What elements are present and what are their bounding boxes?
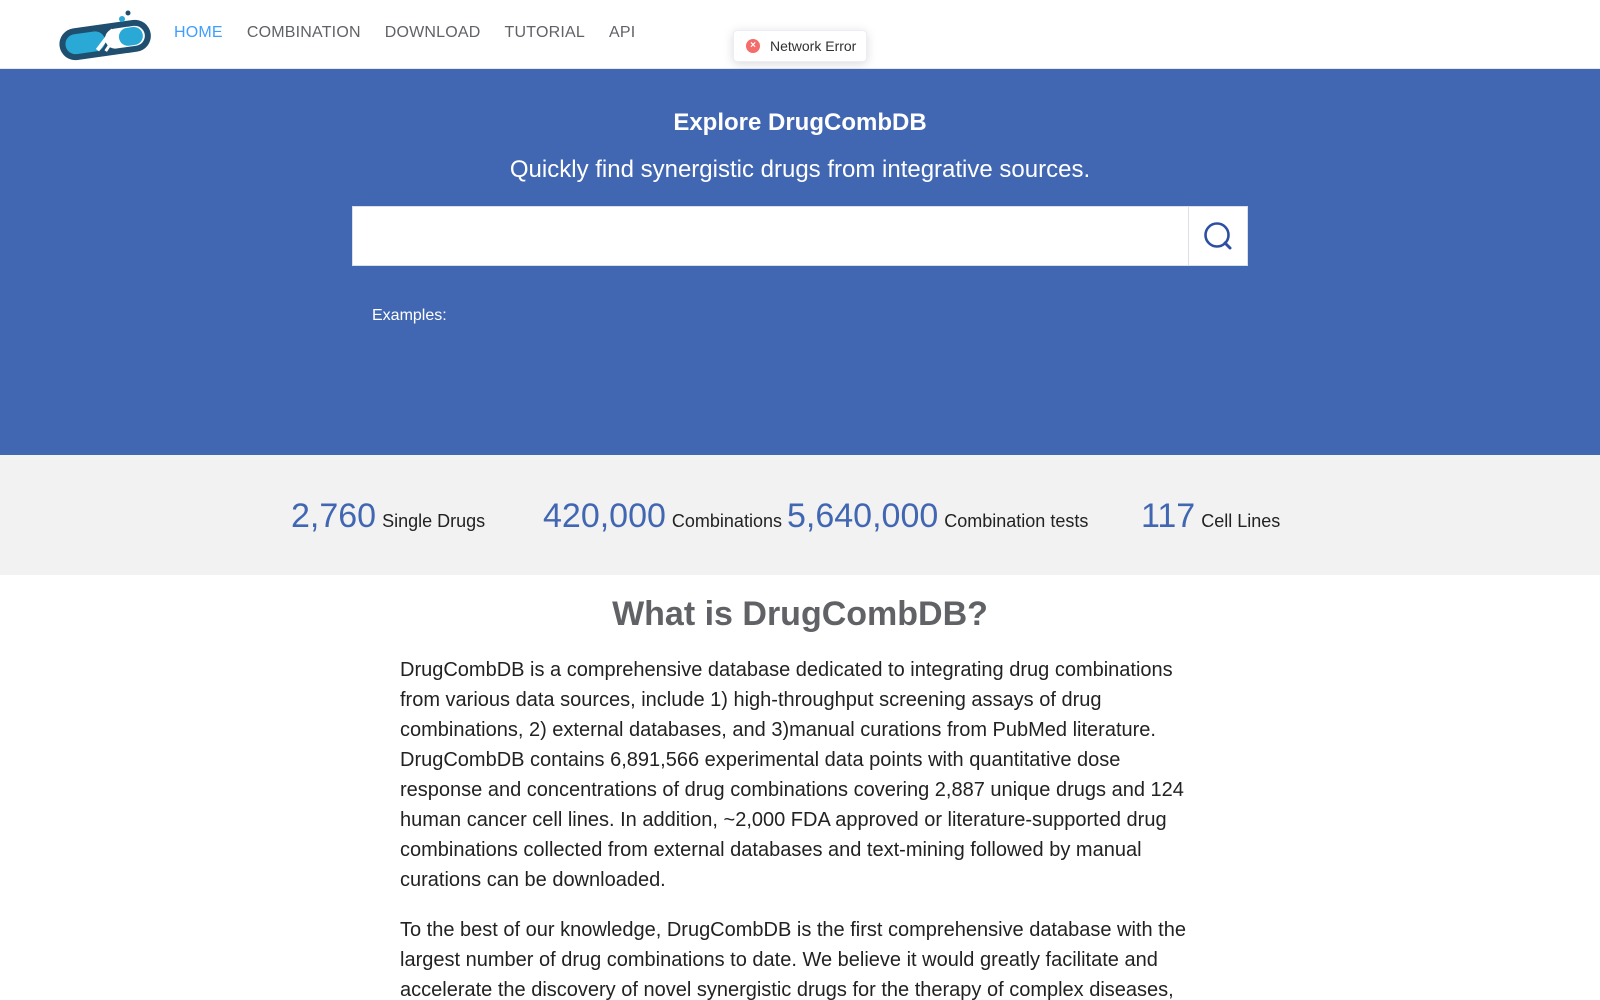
hero-title: Explore DrugCombDB bbox=[673, 109, 927, 136]
stat-number: 2,760 bbox=[291, 497, 377, 535]
about-body: DrugCombDB is a comprehensive database d… bbox=[400, 655, 1200, 1000]
stat-number: 420,000 bbox=[543, 497, 666, 535]
error-circle-icon: × bbox=[746, 39, 760, 53]
about-paragraph: To the best of our knowledge, DrugCombDB… bbox=[400, 919, 1186, 1000]
hero-subtitle: Quickly find synergistic drugs from inte… bbox=[509, 156, 1091, 183]
search-input[interactable] bbox=[353, 207, 1188, 265]
stats-bar: 2,760 Single Drugs 420,000 Combinations … bbox=[0, 455, 1600, 575]
stat-label: Single Drugs bbox=[382, 511, 486, 531]
search-icon bbox=[1204, 222, 1232, 250]
about-title: What is DrugCombDB? bbox=[612, 595, 988, 633]
main-nav: HOME COMBINATION DOWNLOAD TUTORIAL API bbox=[174, 24, 659, 42]
stat-combinations: 420,000 Combinations bbox=[543, 497, 782, 536]
stat-single-drugs: 2,760 Single Drugs bbox=[291, 497, 485, 536]
nav-combination[interactable]: COMBINATION bbox=[247, 24, 361, 42]
nav-tutorial[interactable]: TUTORIAL bbox=[505, 24, 585, 42]
stat-number: 5,640,000 bbox=[787, 497, 939, 535]
stat-combination-tests: 5,640,000 Combination tests bbox=[787, 497, 1088, 536]
search-button[interactable] bbox=[1188, 207, 1247, 265]
nav-api[interactable]: API bbox=[609, 24, 635, 42]
examples-label: Examples: bbox=[372, 307, 447, 324]
about-paragraph: DrugCombDB is a comprehensive database d… bbox=[400, 659, 1184, 891]
hero-search-section: Explore DrugCombDB Quickly find synergis… bbox=[0, 69, 1600, 455]
nav-home[interactable]: HOME bbox=[174, 24, 223, 42]
stat-number: 117 bbox=[1141, 497, 1196, 535]
stat-label: Combinations bbox=[671, 511, 782, 531]
drugcombdb-logo[interactable] bbox=[56, 9, 154, 61]
network-error-toast: × Network Error bbox=[733, 30, 867, 62]
toast-message: Network Error bbox=[770, 38, 857, 54]
search-box bbox=[352, 206, 1248, 266]
stat-cell-lines: 117 Cell Lines bbox=[1141, 497, 1280, 536]
stat-label: Combination tests bbox=[944, 511, 1089, 531]
stat-label: Cell Lines bbox=[1201, 511, 1281, 531]
nav-download[interactable]: DOWNLOAD bbox=[385, 24, 481, 42]
